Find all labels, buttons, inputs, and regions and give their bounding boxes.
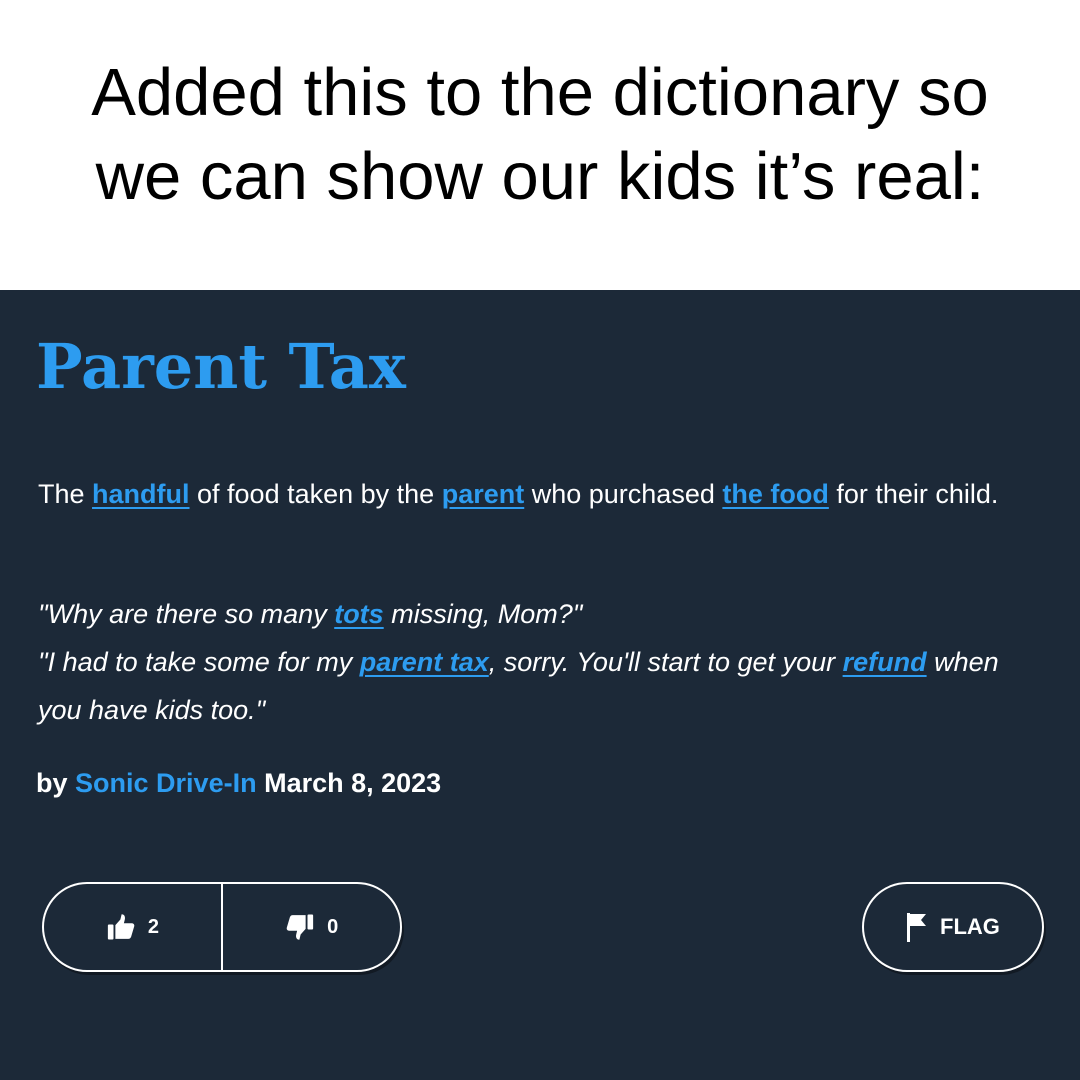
- byline: by Sonic Drive-In March 8, 2023: [36, 768, 441, 799]
- thumbs-up-icon: [106, 912, 136, 942]
- example-text: missing, Mom?": [383, 599, 583, 629]
- flag-icon: [906, 911, 928, 943]
- meaning-text: who purchased: [524, 479, 723, 509]
- example-text: "I had to take some for my: [38, 647, 360, 677]
- link-parent-tax[interactable]: parent tax: [360, 647, 489, 677]
- thumbs-down-button[interactable]: 0: [223, 884, 400, 970]
- entry-word[interactable]: Parent Tax: [36, 330, 406, 403]
- downvote-count: 0: [327, 915, 339, 938]
- entry-meaning: The handful of food taken by the parent …: [38, 470, 1028, 518]
- link-refund[interactable]: refund: [843, 647, 927, 677]
- entry-example: "Why are there so many tots missing, Mom…: [38, 590, 1038, 734]
- upvote-count: 2: [147, 915, 159, 938]
- caption-text: Added this to the dictionary so we can s…: [71, 51, 1009, 219]
- link-parent[interactable]: parent: [442, 479, 525, 509]
- example-text: "Why are there so many: [38, 599, 335, 629]
- thumbs-down-icon: [285, 912, 315, 942]
- vote-buttons: 2 0: [42, 882, 402, 972]
- definition-card: Parent Tax The handful of food taken by …: [0, 290, 1080, 1080]
- flag-label: FLAG: [940, 914, 1000, 939]
- author-link[interactable]: Sonic Drive-In: [75, 768, 257, 798]
- link-handful[interactable]: handful: [92, 479, 189, 509]
- meaning-text: of food taken by the: [189, 479, 442, 509]
- byline-by: by: [36, 768, 68, 798]
- thumbs-up-button[interactable]: 2: [44, 884, 221, 970]
- byline-date: March 8, 2023: [264, 768, 442, 798]
- link-the-food[interactable]: the food: [722, 479, 828, 509]
- link-tots[interactable]: tots: [334, 599, 384, 629]
- meaning-text: The: [38, 479, 93, 509]
- flag-button[interactable]: FLAG: [862, 882, 1044, 972]
- meme-caption: Added this to the dictionary so we can s…: [0, 0, 1080, 290]
- caption-line-1: Added this to the dictionary so: [91, 55, 989, 130]
- caption-line-2: we can show our kids it’s real:: [95, 139, 985, 214]
- meaning-text: for their child.: [828, 479, 999, 509]
- example-text: , sorry. You'll start to get your: [488, 647, 843, 677]
